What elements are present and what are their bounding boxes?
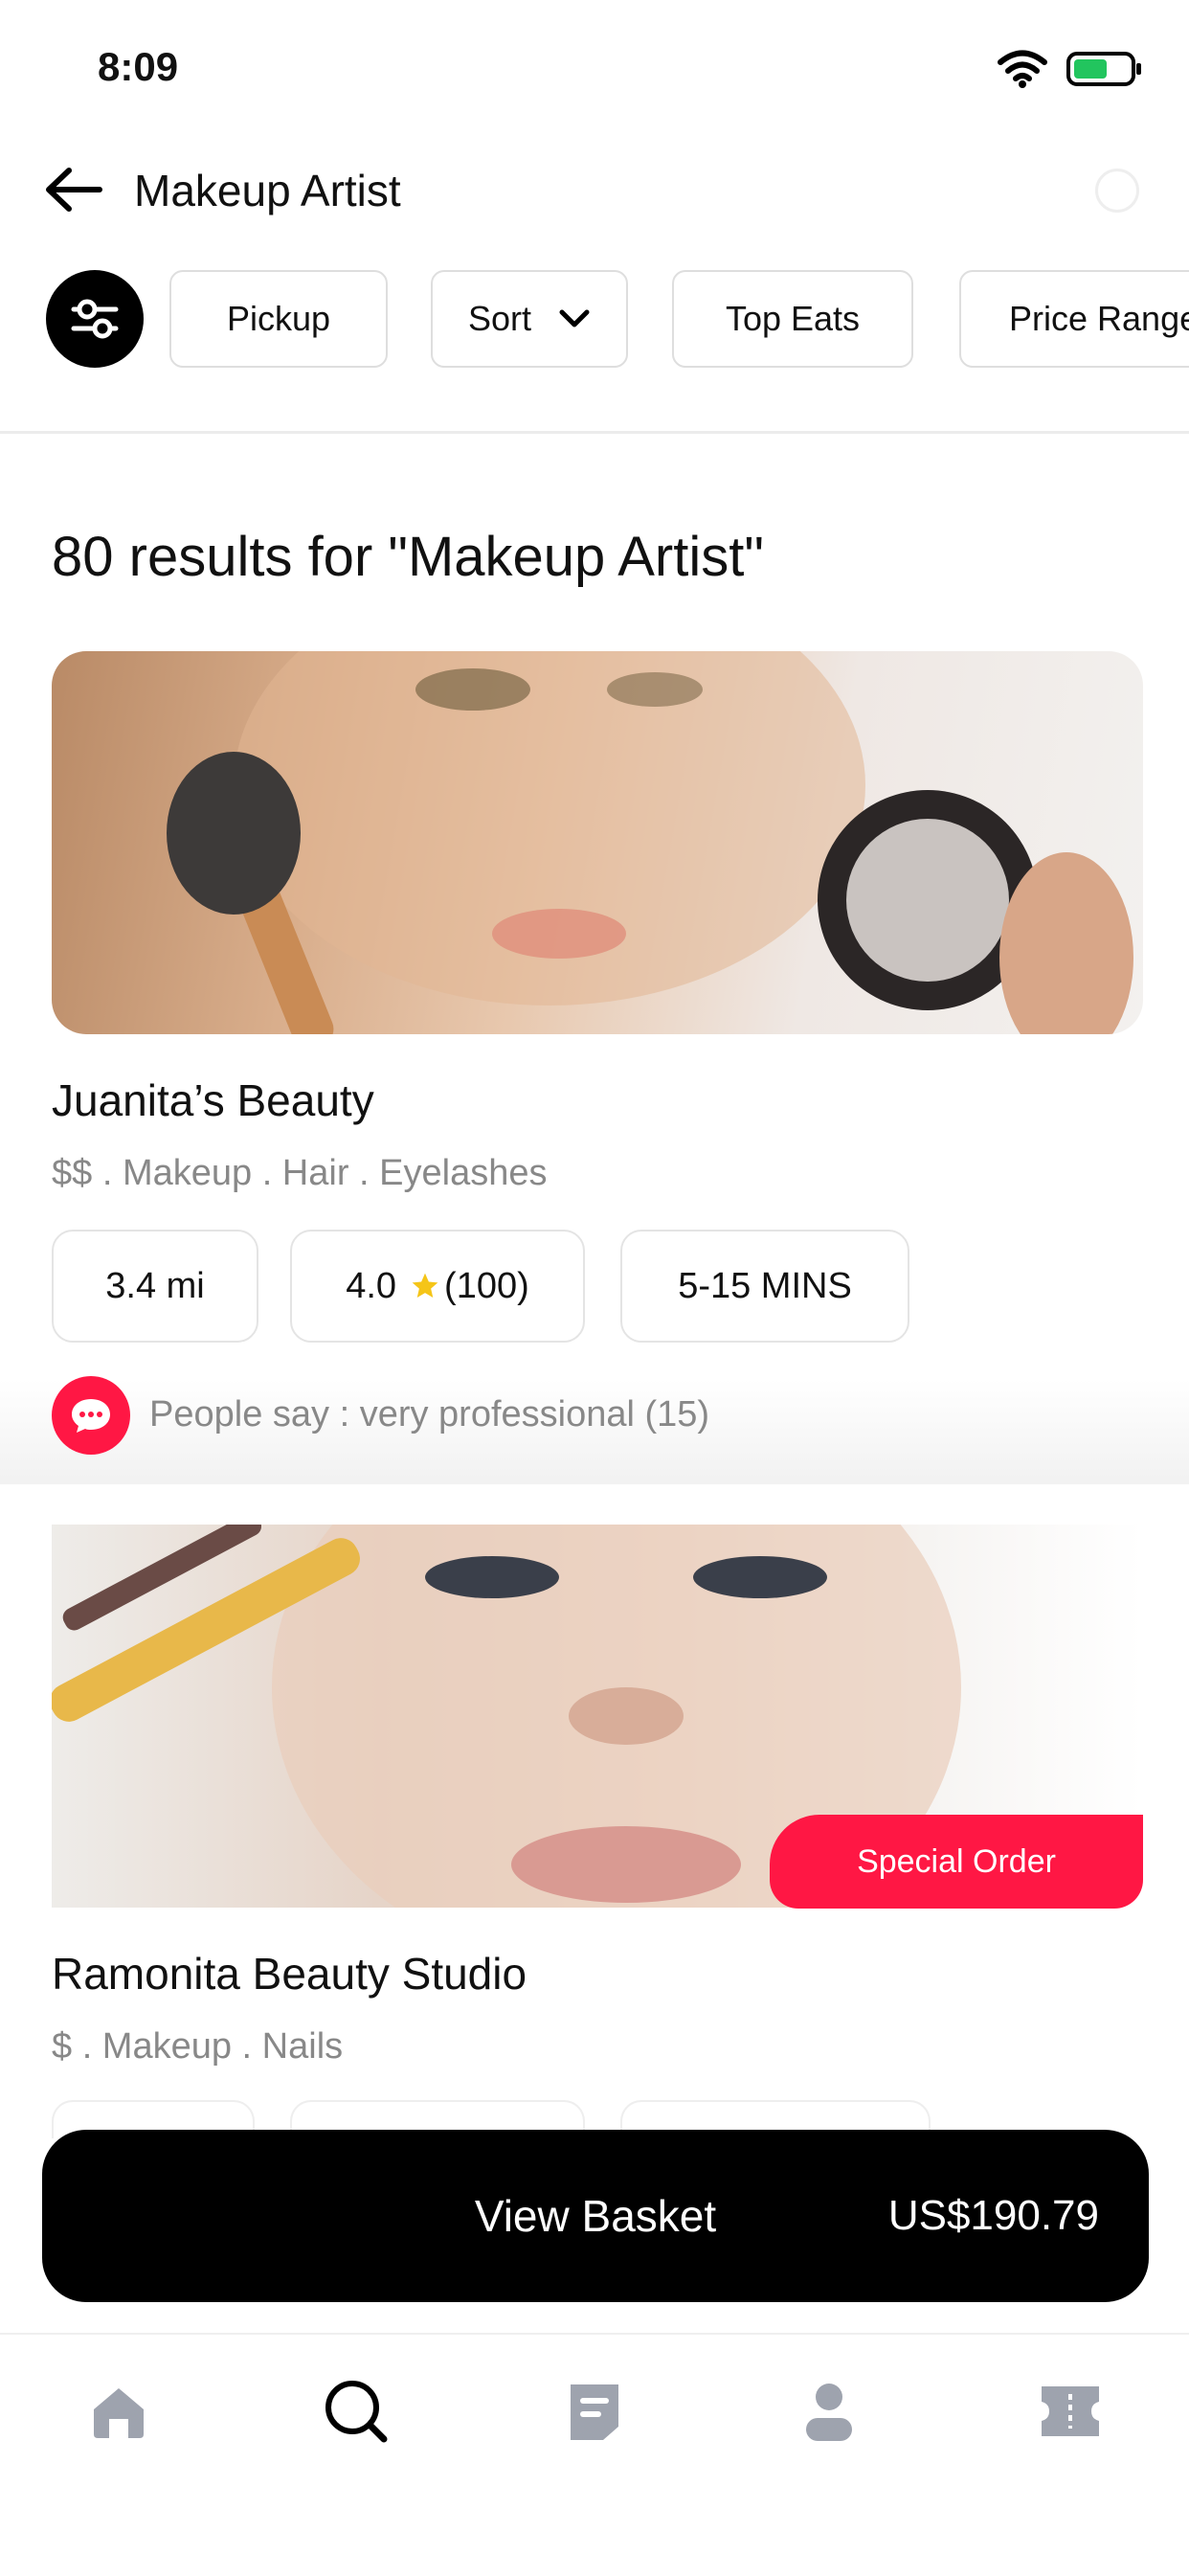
store-tags: $ . Makeup . Nails xyxy=(52,2026,344,2067)
tab-coupons[interactable] xyxy=(1032,2373,1109,2450)
sort-label: Sort xyxy=(467,299,532,338)
filter-chip-pickup[interactable]: Pickup xyxy=(169,270,388,368)
delivery-time-chip: 5-15 MINS xyxy=(620,1230,909,1343)
tab-home[interactable] xyxy=(80,2373,157,2450)
store-image[interactable] xyxy=(52,651,1143,1034)
coupon-icon xyxy=(1042,2386,1099,2436)
filter-chip-price-range[interactable]: Price Range xyxy=(959,270,1189,368)
header-divider xyxy=(0,431,1189,434)
arrow-left-icon xyxy=(46,168,102,212)
filter-chip-top-eats[interactable]: Top Eats xyxy=(672,270,913,368)
tab-search[interactable] xyxy=(318,2373,394,2450)
chat-bubble-icon xyxy=(52,1376,130,1455)
profile-icon xyxy=(806,2384,852,2441)
filter-button[interactable] xyxy=(46,270,144,368)
bottom-tab-bar xyxy=(0,2333,1189,2576)
view-basket-button[interactable]: View Basket US$190.79 xyxy=(42,2130,1149,2302)
wifi-icon xyxy=(998,50,1047,88)
store-name[interactable]: Ramonita Beauty Studio xyxy=(52,1948,527,2000)
chevron-down-icon xyxy=(559,309,590,328)
review-snippet: People say : very professional (15) xyxy=(149,1394,710,1435)
rating-value: 4.0 xyxy=(346,1265,397,1306)
search-icon xyxy=(325,2381,388,2443)
battery-icon xyxy=(1066,52,1141,86)
special-order-badge: Special Order xyxy=(770,1815,1143,1909)
tab-orders[interactable] xyxy=(556,2373,633,2450)
filter-chip-sort[interactable]: Sort xyxy=(431,270,628,368)
star-icon xyxy=(412,1273,438,1298)
clear-search-button[interactable] xyxy=(1095,169,1139,213)
basket-total: US$190.79 xyxy=(887,2192,1099,2239)
distance-chip: 3.4 mi xyxy=(52,1230,258,1343)
makeup-photo xyxy=(167,651,1133,1034)
back-button[interactable] xyxy=(44,163,107,216)
home-icon xyxy=(94,2388,144,2438)
status-time: 8:09 xyxy=(98,44,179,89)
filter-sliders-icon xyxy=(71,299,119,339)
page-title: Makeup Artist xyxy=(134,166,401,215)
status-icons xyxy=(998,50,1143,88)
review-count: (100) xyxy=(444,1265,529,1306)
orders-icon xyxy=(571,2384,618,2440)
rating-chip: 4.0 (100) xyxy=(290,1230,585,1343)
store-tags: $$ . Makeup . Hair . Eyelashes xyxy=(52,1153,548,1193)
store-name[interactable]: Juanita’s Beauty xyxy=(52,1074,374,1126)
results-title: 80 results for "Makeup Artist" xyxy=(52,526,764,588)
tab-profile[interactable] xyxy=(791,2373,867,2450)
